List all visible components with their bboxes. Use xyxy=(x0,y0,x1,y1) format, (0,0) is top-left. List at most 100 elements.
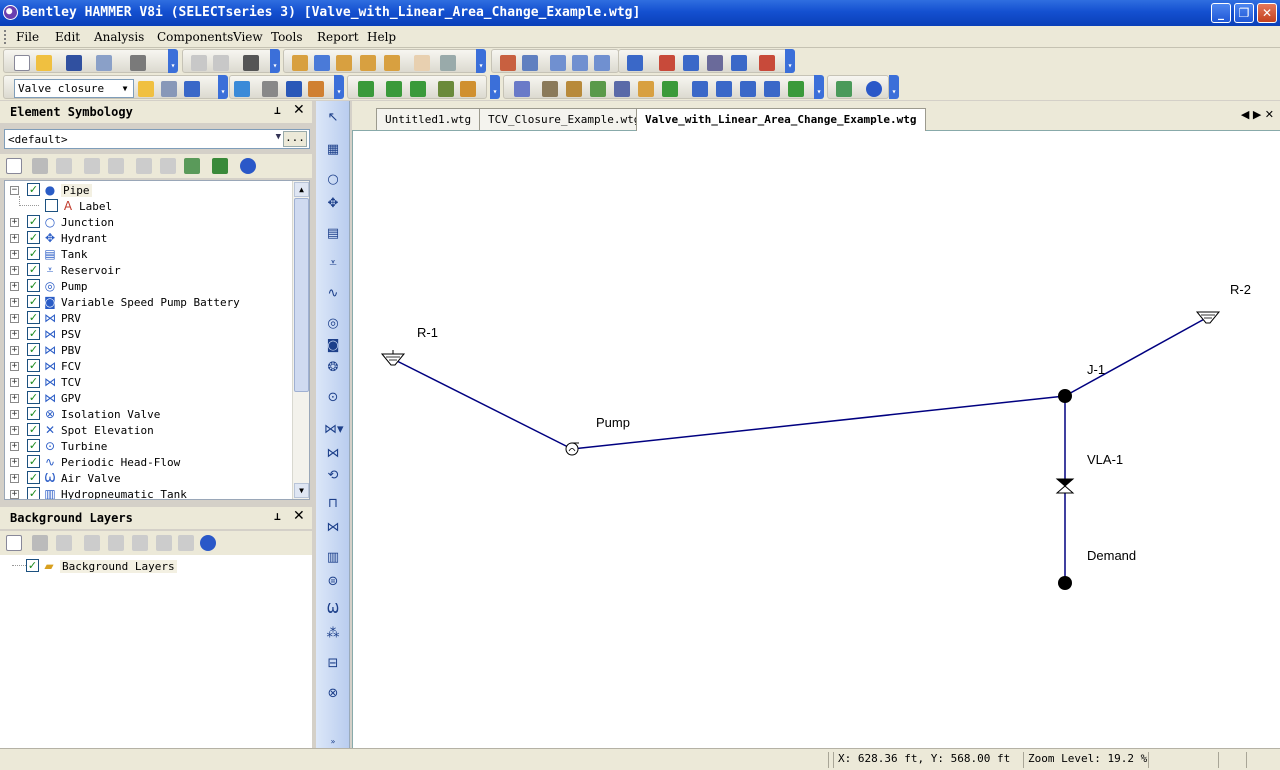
sprinkler-tool-icon[interactable]: ⁂ xyxy=(324,625,342,643)
zoom-in-icon[interactable] xyxy=(336,55,352,71)
tree-item-isolation-valve[interactable]: + ✓ ⊗ Isolation Valve xyxy=(5,406,295,422)
vspb-tool-icon[interactable]: ◙ xyxy=(324,337,342,355)
tab-valve-linear-area-change[interactable]: Valve_with_Linear_Area_Change_Example.wt… xyxy=(636,108,926,131)
tree-item-hydrant[interactable]: + ✓ ✥ Hydrant xyxy=(5,230,295,246)
surge-tank-tool-icon[interactable]: ▥ xyxy=(324,549,342,567)
refresh-icon[interactable] xyxy=(184,158,200,174)
menu-edit[interactable]: Edit xyxy=(55,30,80,44)
move-up-icon[interactable] xyxy=(108,535,124,551)
visibility-checkbox[interactable]: ✓ xyxy=(27,487,40,499)
move-up-icon[interactable] xyxy=(136,158,152,174)
menu-components[interactable]: Components xyxy=(157,30,233,44)
undo-icon[interactable] xyxy=(191,55,207,71)
calculation-options-icon[interactable] xyxy=(184,81,200,97)
turbine-tool-icon[interactable]: ⊙ xyxy=(324,389,342,407)
tab-untitled1[interactable]: Untitled1.wtg xyxy=(376,108,481,130)
toolbar-overflow-chevron[interactable]: ▾ xyxy=(168,49,178,73)
time-browser-icon[interactable] xyxy=(286,81,302,97)
expand-icon[interactable]: + xyxy=(10,458,19,467)
pump-station-tool-icon[interactable]: ❂ xyxy=(324,359,342,377)
visibility-checkbox[interactable]: ✓ xyxy=(27,343,40,356)
rupture-disk-tool-icon[interactable]: ⊟ xyxy=(324,655,342,673)
visibility-checkbox[interactable]: ✓ xyxy=(27,327,40,340)
chevron-down-icon[interactable]: ▼ xyxy=(276,132,281,142)
tree-item-junction[interactable]: + ✓ ○ Junction xyxy=(5,214,295,230)
hydropneumatic-tank-tool-icon[interactable]: ⊜ xyxy=(324,573,342,591)
scroll-thumb[interactable] xyxy=(294,198,309,392)
tree-item-spot-elevation[interactable]: + ✓ ✕ Spot Elevation xyxy=(5,422,295,438)
junction-demand[interactable] xyxy=(1058,576,1072,590)
pipe-network-icon[interactable] xyxy=(716,81,732,97)
open-folder-icon[interactable] xyxy=(36,55,52,71)
graphs-icon[interactable] xyxy=(659,55,675,71)
tree-item-turbine[interactable]: + ✓ ⊙ Turbine xyxy=(5,438,295,454)
tree-item-hydropneumatic-tank[interactable]: + ✓ ▥ Hydropneumatic Tank xyxy=(5,486,295,499)
visibility-checkbox[interactable]: ✓ xyxy=(27,391,40,404)
menu-view[interactable]: View xyxy=(233,30,263,44)
clipboard-icon[interactable] xyxy=(460,81,476,97)
menu-tools[interactable]: Tools xyxy=(271,30,303,44)
scroll-down-icon[interactable]: ▼ xyxy=(294,483,309,498)
visibility-checkbox[interactable]: ✓ xyxy=(27,311,40,324)
redo-icon[interactable] xyxy=(213,55,229,71)
expand-icon[interactable]: + xyxy=(10,394,19,403)
optimize-icon[interactable] xyxy=(788,81,804,97)
tree-item-pbv[interactable]: + ✓ ⋈ PBV xyxy=(5,342,295,358)
minimize-button[interactable]: _ xyxy=(1211,3,1231,23)
toolbar-overflow-chevron[interactable]: ▾ xyxy=(270,49,280,73)
visibility-checkbox[interactable] xyxy=(45,199,58,212)
expand-icon[interactable]: + xyxy=(10,330,19,339)
validate-icon[interactable] xyxy=(262,81,278,97)
select-icon[interactable] xyxy=(514,81,530,97)
valve-vla1[interactable] xyxy=(1055,478,1075,494)
tree-item-periodic-head-flow[interactable]: + ✓ ∿ Periodic Head-Flow xyxy=(5,454,295,470)
pump-tool-icon[interactable]: ◎ xyxy=(324,315,342,333)
tab-tcv-closure-example[interactable]: TCV_Closure_Example.wtg xyxy=(479,108,650,130)
annotation-icon[interactable] xyxy=(108,158,124,174)
transient-icon[interactable] xyxy=(386,81,402,97)
scenarios-icon[interactable] xyxy=(138,81,154,97)
loadbuilder-icon[interactable] xyxy=(590,81,606,97)
alternatives-icon[interactable] xyxy=(161,81,177,97)
select-by-attribute-icon[interactable] xyxy=(572,55,588,71)
pipe-r1-pump[interactable] xyxy=(392,358,573,450)
copy-icon[interactable] xyxy=(438,81,454,97)
network-navigator-icon[interactable] xyxy=(692,81,708,97)
prv-tool-icon[interactable]: ⋈ xyxy=(324,445,342,463)
move-bottom-icon[interactable] xyxy=(178,535,194,551)
pipe-j1-r2[interactable] xyxy=(1064,316,1209,397)
visibility-checkbox[interactable]: ✓ xyxy=(27,455,40,468)
layer-checkbox[interactable]: ✓ xyxy=(26,559,39,572)
pan-hand-icon[interactable] xyxy=(414,55,430,71)
check-icon[interactable] xyxy=(358,81,374,97)
orifice-tool-icon[interactable]: ⊓ xyxy=(324,495,342,513)
reservoir-tool-icon[interactable]: ⩡ xyxy=(324,255,342,273)
menu-analysis[interactable]: Analysis xyxy=(94,30,144,44)
flextables-icon[interactable] xyxy=(627,55,643,71)
rename-icon[interactable] xyxy=(56,535,72,551)
check-valve-tool-icon[interactable]: ⟲ xyxy=(324,467,342,485)
print-preview-icon[interactable] xyxy=(96,55,112,71)
tree-item-pipe[interactable]: − ✓ ● Pipe xyxy=(5,182,295,198)
expand-icon[interactable] xyxy=(212,158,228,174)
select-arrow-icon[interactable]: ↖ xyxy=(324,109,342,127)
expand-icon[interactable]: + xyxy=(10,362,19,371)
move-down-icon[interactable] xyxy=(132,535,148,551)
new-icon[interactable] xyxy=(6,535,22,551)
visibility-checkbox[interactable]: ✓ xyxy=(27,359,40,372)
compute-icon[interactable] xyxy=(234,81,250,97)
scenario-select[interactable]: Valve closure ▼ xyxy=(14,79,134,98)
skelebrator-icon[interactable] xyxy=(638,81,654,97)
pipe-pump-j1[interactable] xyxy=(571,395,1066,450)
symbology-profile-select[interactable]: <default> ▼ ... xyxy=(4,129,310,149)
expand-icon[interactable]: + xyxy=(10,410,19,419)
tank-tool-icon[interactable]: ▤ xyxy=(324,225,342,243)
criticality-icon[interactable] xyxy=(740,81,756,97)
thiessen-icon[interactable] xyxy=(566,81,582,97)
rename-icon[interactable] xyxy=(56,158,72,174)
air-valve-tool-icon[interactable]: Ѡ xyxy=(324,601,342,619)
tree-item-reservoir[interactable]: + ✓ ⩡ Reservoir xyxy=(5,262,295,278)
tree-item-fcv[interactable]: + ✓ ⋈ FCV xyxy=(5,358,295,374)
toolbar-overflow-chevron[interactable]: ▾ xyxy=(218,75,228,99)
junction-tool-icon[interactable]: ○ xyxy=(324,171,342,189)
